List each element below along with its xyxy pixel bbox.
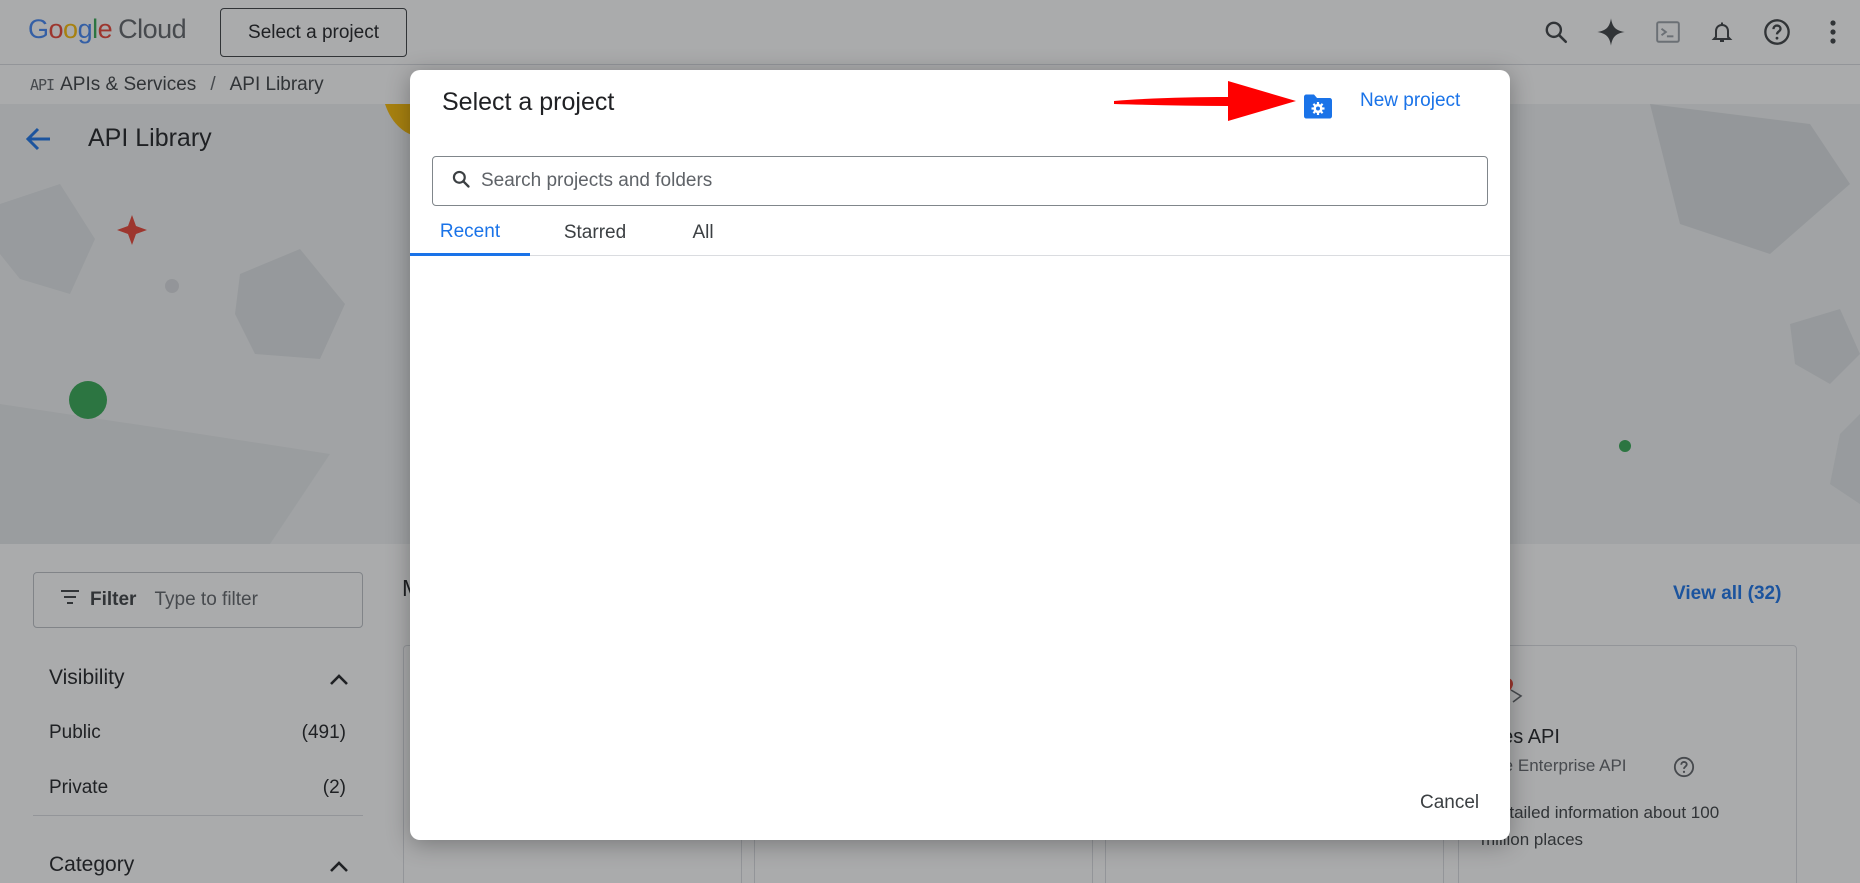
tab-all[interactable]: All (658, 210, 748, 256)
dialog-title: Select a project (442, 88, 615, 116)
tab-recent[interactable]: Recent (410, 210, 530, 256)
project-list (410, 257, 1510, 767)
project-search-input[interactable] (481, 170, 1461, 192)
tab-starred[interactable]: Starred (535, 210, 655, 256)
project-tabs: Recent Starred All (410, 210, 1510, 256)
search-icon (451, 169, 471, 194)
project-search-field[interactable] (432, 156, 1488, 206)
annotation-arrow (1114, 81, 1296, 121)
new-project-link[interactable]: New project (1360, 90, 1460, 112)
select-project-dialog: Select a project New project Recent Star… (410, 70, 1510, 840)
cancel-button[interactable]: Cancel (1420, 792, 1479, 814)
new-project-folder-icon[interactable] (1303, 92, 1333, 120)
